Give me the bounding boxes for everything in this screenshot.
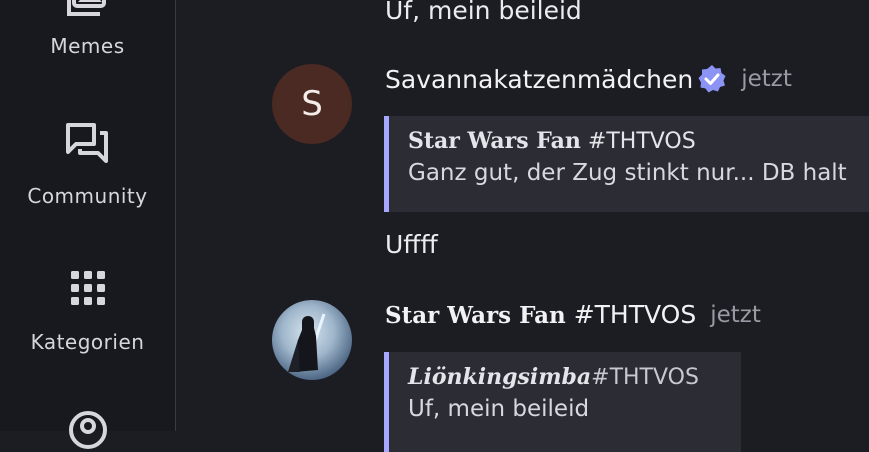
- chat-area: Uf, mein beileid S Savannakatzenmädchen …: [176, 0, 869, 452]
- quote-author-tag: #THTVOS: [591, 365, 699, 390]
- sidebar-item-label: Memes: [50, 34, 125, 58]
- reply-quote[interactable]: Star Wars Fan #THTVOS Ganz gut, der Zug …: [384, 116, 869, 212]
- timestamp: jetzt: [710, 301, 761, 328]
- timestamp: jetzt: [741, 66, 792, 92]
- memes-icon: [66, 0, 106, 16]
- grid-icon: [70, 271, 105, 305]
- quote-author: Star Wars Fan #THTVOS: [408, 128, 864, 154]
- sidebar-item-memes[interactable]: Memes: [0, 0, 175, 58]
- author-name[interactable]: Savannakatzenmädchen: [385, 65, 693, 94]
- reply-quote[interactable]: Liönkingsimba#THTVOS Uf, mein beileid: [384, 352, 741, 452]
- sidebar-item-kategorien[interactable]: Kategorien: [0, 270, 175, 354]
- location-icon: [68, 411, 107, 449]
- quote-author: Liönkingsimba#THTVOS: [408, 364, 721, 390]
- quote-text: Uf, mein beileid: [408, 396, 590, 422]
- sidebar: Memes Community Kategorien: [0, 0, 176, 449]
- quote-author-name: Liönkingsimba: [408, 364, 592, 390]
- message-header: Savannakatzenmädchen jetzt: [385, 64, 792, 94]
- quote-author-tag: #THTVOS: [587, 129, 696, 154]
- community-icon: [65, 123, 108, 163]
- message-text: Uffff: [385, 230, 438, 259]
- sidebar-item-community[interactable]: Community: [0, 122, 175, 208]
- verified-badge-icon: [698, 65, 726, 93]
- avatar[interactable]: [272, 300, 352, 380]
- quote-text: Ganz gut, der Zug stinkt nur... DB halt: [408, 160, 847, 186]
- avatar[interactable]: S: [272, 64, 352, 144]
- sidebar-item-location[interactable]: [0, 410, 175, 450]
- author-tag: #THTVOS: [573, 300, 697, 329]
- sidebar-item-label: Kategorien: [30, 330, 145, 354]
- author-display-name: Star Wars Fan: [385, 302, 566, 329]
- author-name[interactable]: Star Wars Fan #THTVOS: [385, 300, 696, 329]
- sidebar-item-label: Community: [27, 184, 148, 208]
- quote-author-name: Star Wars Fan: [408, 128, 581, 154]
- darth-vader-avatar: [288, 313, 326, 372]
- message-header: Star Wars Fan #THTVOS jetzt: [385, 300, 761, 329]
- message-text: Uf, mein beileid: [385, 0, 582, 25]
